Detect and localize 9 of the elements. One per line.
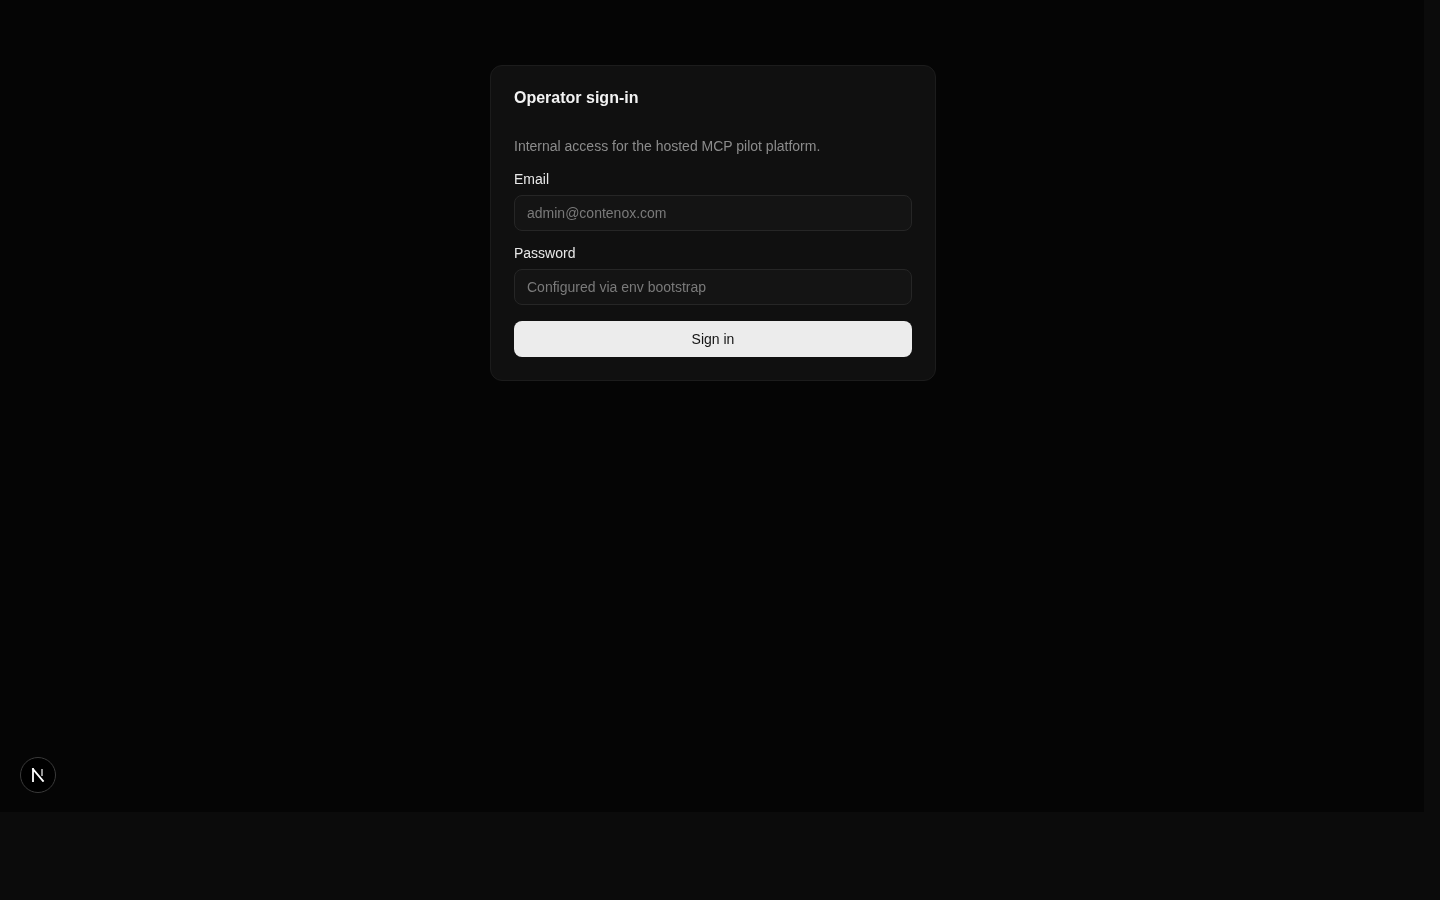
sign-in-button[interactable]: Sign in [514,321,912,357]
input-field[interactable]: Configured via env bootstrap [514,269,912,305]
dev-tools-button[interactable] [20,757,56,793]
field-label: Password [514,244,577,263]
logo-icon [31,768,45,782]
input-field[interactable]: admin@contenox.com [514,195,912,231]
card-description: Internal access for the hosted MCP pilot platform. [514,137,822,156]
field-label: Email [514,170,550,189]
card-title: Operator sign-in [514,89,640,107]
